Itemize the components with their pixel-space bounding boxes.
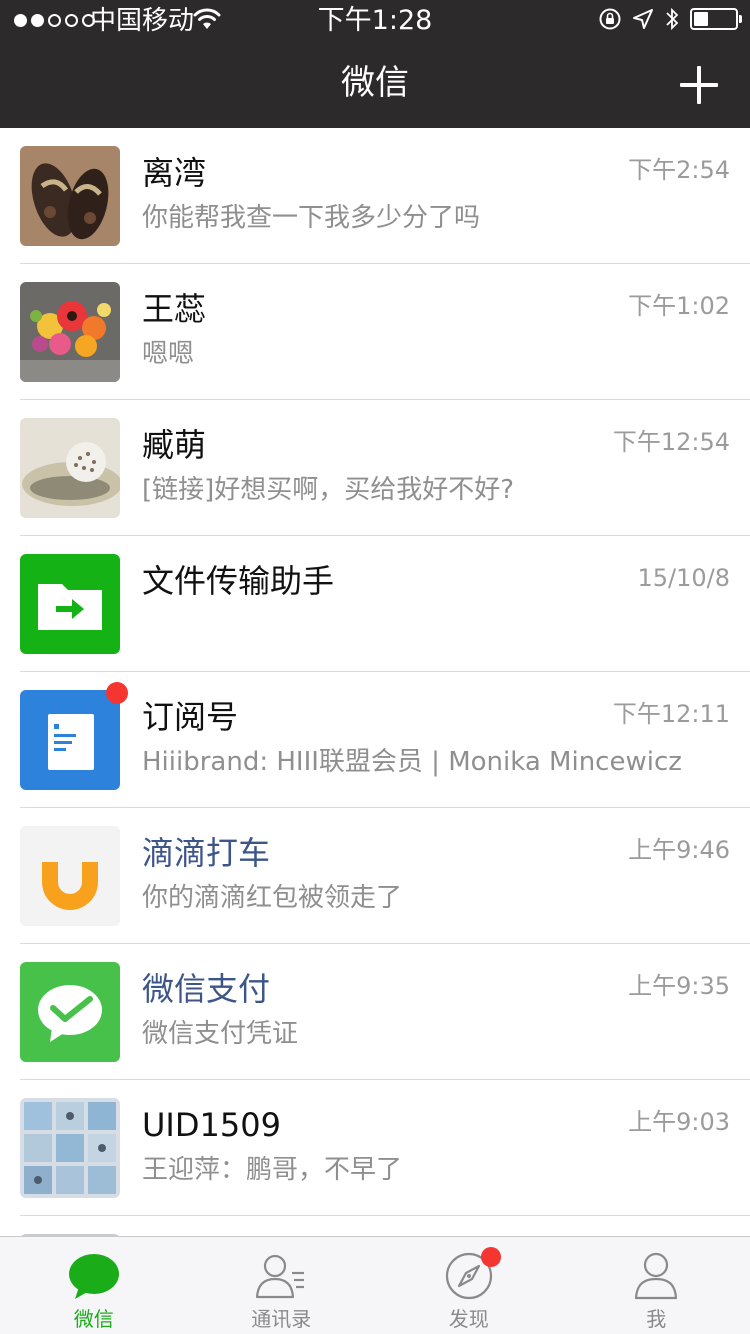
- chat-time: 上午9:35: [628, 972, 730, 1000]
- chat-name: 订阅号: [142, 698, 239, 736]
- chat-time: 下午12:11: [612, 700, 730, 728]
- chat-time: 15/10/8: [637, 564, 730, 592]
- page-title: 微信: [341, 63, 409, 103]
- chat-preview: [链接]好想买啊，买给我好不好?: [142, 475, 515, 505]
- bouquet-photo-avatar: [20, 282, 120, 382]
- chat-preview: 嗯嗯: [142, 339, 195, 369]
- chat-list[interactable]: 离湾 你能帮我查一下我多少分了吗 下午2:54 王蕊 嗯嗯 下午1:02 臧萌 …: [0, 128, 750, 1236]
- tab-me[interactable]: 我: [563, 1237, 750, 1334]
- status-icons: [598, 6, 742, 32]
- tab-label: 发现: [448, 1307, 489, 1331]
- chat-time: 上午9:03: [628, 1108, 730, 1136]
- chat-preview: 王迎萍：鹏哥，不早了: [142, 1155, 403, 1185]
- chat-time: 下午1:02: [628, 292, 730, 320]
- chat-preview: Hiiibrand: HIII联盟会员 | Monika Mincewicz: [142, 747, 682, 777]
- chat-preview: 你能帮我查一下我多少分了吗: [142, 203, 481, 233]
- wechat-pay-logo: [20, 962, 120, 1062]
- chat-time: 上午9:46: [628, 836, 730, 864]
- tab-discover[interactable]: 发现: [375, 1237, 563, 1334]
- discover-badge: [480, 1247, 501, 1267]
- contacts-icon: [256, 1254, 305, 1299]
- chat-row[interactable]: 订阅号 Hiiibrand: HIII联盟会员 | Monika Mincewi…: [0, 672, 750, 808]
- chat-row[interactable]: 微信支付 微信支付凭证 上午9:35: [0, 944, 750, 1080]
- chat-row[interactable]: 滴滴打车 你的滴滴红包被领走了 上午9:46: [0, 808, 750, 944]
- photo-grid-avatar: [20, 1098, 120, 1198]
- chat-name: 离湾: [142, 154, 207, 192]
- chat-row[interactable]: 离湾 你能帮我查一下我多少分了吗 下午2:54: [0, 128, 750, 264]
- chat-preview: 微信支付凭证: [142, 1019, 299, 1049]
- unread-badge: [106, 682, 128, 704]
- location-icon: [633, 9, 653, 29]
- chat-name: 滴滴打车: [142, 834, 271, 872]
- chat-name: 王蕊: [142, 290, 207, 328]
- tab-label: 通讯录: [251, 1307, 312, 1331]
- rotation-lock-icon: [599, 8, 621, 30]
- ornament-photo-avatar: [20, 418, 120, 518]
- chat-row[interactable]: UID1509 王迎萍：鹏哥，不早了 上午9:03: [0, 1080, 750, 1216]
- didi-logo: [20, 826, 120, 926]
- chat-name: 文件传输助手: [142, 562, 335, 600]
- chat-row-partial[interactable]: [0, 1216, 750, 1236]
- tab-bar: 微信 通讯录 发现 我: [0, 1236, 750, 1334]
- wechat-app: 中国移动 下午1:28 微信 离湾 你能帮我查一下我多少分了吗 下午2:54 王…: [0, 0, 750, 1334]
- chat-time: 下午12:54: [612, 428, 730, 456]
- chat-name: UID1509: [142, 1106, 281, 1144]
- chat-row[interactable]: 王蕊 嗯嗯 下午1:02: [0, 264, 750, 400]
- chat-row[interactable]: 臧萌 [链接]好想买啊，买给我好不好? 下午12:54: [0, 400, 750, 536]
- battery-fill: [694, 12, 708, 26]
- sandals-photo-avatar: [20, 146, 120, 246]
- chat-time: 下午2:54: [628, 156, 730, 184]
- tab-chats[interactable]: 微信: [0, 1237, 188, 1334]
- tab-label: 微信: [73, 1307, 114, 1331]
- subscription-icon: [20, 690, 120, 790]
- chat-bubble-icon: [68, 1254, 119, 1299]
- status-bar: 中国移动 下午1:28: [0, 0, 750, 44]
- tab-label: 我: [646, 1307, 667, 1331]
- top-bar: 中国移动 下午1:28 微信: [0, 0, 750, 128]
- person-icon: [635, 1252, 678, 1300]
- plus-icon[interactable]: [680, 66, 718, 104]
- chat-preview: 你的滴滴红包被领走了: [142, 883, 403, 913]
- bluetooth-icon: [666, 7, 679, 31]
- chat-row[interactable]: 文件传输助手 15/10/8: [0, 536, 750, 672]
- battery-icon: [690, 8, 742, 30]
- file-transfer-icon: [20, 554, 120, 654]
- tab-contacts[interactable]: 通讯录: [188, 1237, 376, 1334]
- chat-name: 微信支付: [142, 970, 271, 1008]
- chat-name: 臧萌: [142, 426, 207, 464]
